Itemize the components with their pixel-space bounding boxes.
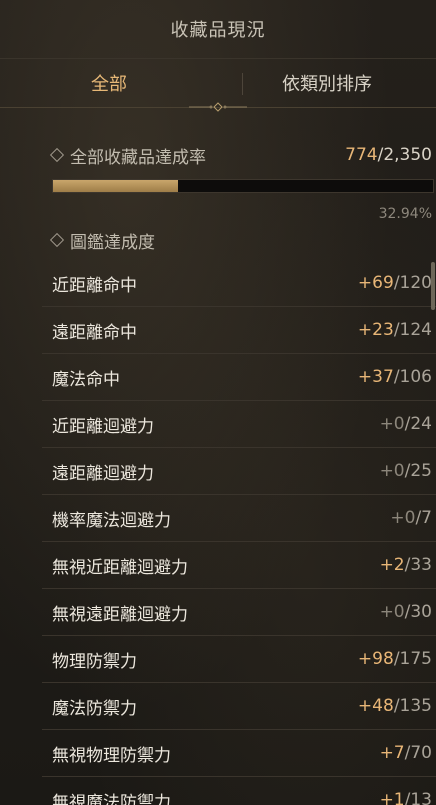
overall-completion-section: 全部收藏品達成率 774/2,350 32.94% xyxy=(0,144,436,222)
stat-row[interactable]: 無視魔法防禦力 +1/13 xyxy=(42,777,436,805)
stat-max: 124 xyxy=(399,320,432,340)
stat-value: +1/13 xyxy=(380,790,432,805)
stat-row[interactable]: 無視物理防禦力 +7/70 xyxy=(42,730,436,777)
stat-value: +0/24 xyxy=(380,414,432,434)
overall-count: 774/2,350 xyxy=(345,145,432,165)
stat-bonus: +98 xyxy=(357,649,394,669)
stat-bonus: +0 xyxy=(379,602,405,622)
stat-label: 近距離迴避力 xyxy=(52,416,154,437)
stat-bonus: +37 xyxy=(357,367,394,387)
codex-label: 圖鑑達成度 xyxy=(70,232,155,253)
stat-max: 106 xyxy=(399,367,432,387)
stat-bonus: +2 xyxy=(379,555,405,575)
tab-bar: 全部 依類別排序 xyxy=(0,59,436,112)
stat-label: 遠距離命中 xyxy=(52,322,137,343)
stat-value: +98/175 xyxy=(358,649,432,669)
stat-label: 物理防禦力 xyxy=(52,651,137,672)
stat-row[interactable]: 物理防禦力 +98/175 xyxy=(42,636,436,683)
scrollbar-thumb[interactable] xyxy=(431,262,435,310)
overall-total: 2,350 xyxy=(383,145,432,165)
stat-max: 25 xyxy=(410,461,432,481)
stat-value: +0/25 xyxy=(380,461,432,481)
stat-value: +23/124 xyxy=(358,320,432,340)
stat-row[interactable]: 無視近距離迴避力 +2/33 xyxy=(42,542,436,589)
stat-bonus: +48 xyxy=(357,696,394,716)
stat-max: 70 xyxy=(410,743,432,763)
stat-value: +7/70 xyxy=(380,743,432,763)
stat-row[interactable]: 遠距離命中 +23/124 xyxy=(42,307,436,354)
stat-max: 24 xyxy=(410,414,432,434)
overall-percent: 32.94% xyxy=(378,206,432,222)
stat-label: 魔法命中 xyxy=(52,369,120,390)
stat-bonus: +0 xyxy=(379,414,405,434)
stat-list: 近距離命中 +69/120 遠距離命中 +23/124 魔法命中 +37/106 近距離迴避… xyxy=(0,260,436,805)
stat-max: 175 xyxy=(399,649,432,669)
tab-all[interactable]: 全部 xyxy=(0,59,218,107)
stat-label: 魔法防禦力 xyxy=(52,698,137,719)
stat-row[interactable]: 無視遠距離迴避力 +0/30 xyxy=(42,589,436,636)
stat-label: 機率魔法迴避力 xyxy=(52,510,171,531)
codex-section-header: 圖鑑達成度 xyxy=(49,228,436,253)
stat-row[interactable]: 魔法命中 +37/106 xyxy=(42,354,436,401)
stat-value: +37/106 xyxy=(358,367,432,387)
stat-max: 120 xyxy=(399,273,432,293)
stat-value: +0/30 xyxy=(380,602,432,622)
stat-label: 無視近距離迴避力 xyxy=(52,557,188,578)
stat-max: 7 xyxy=(421,508,432,528)
stat-bonus: +0 xyxy=(379,461,405,481)
stat-bonus: +69 xyxy=(357,273,394,293)
diamond-icon xyxy=(49,147,65,163)
stat-value: +48/135 xyxy=(358,696,432,716)
stat-row[interactable]: 近距離迴避力 +0/24 xyxy=(42,401,436,448)
stat-bonus: +1 xyxy=(379,790,405,805)
tab-divider xyxy=(242,73,243,95)
diamond-icon xyxy=(49,232,65,248)
stat-row[interactable]: 近距離命中 +69/120 xyxy=(42,260,436,307)
collection-status-panel: 收藏品現況 全部 依類別排序 全部收藏品達成率 774/2,350 32.94%… xyxy=(0,0,436,805)
stat-label: 無視物理防禦力 xyxy=(52,745,171,766)
panel-title: 收藏品現況 xyxy=(0,0,436,59)
overall-current: 774 xyxy=(345,145,378,165)
tab-by-category[interactable]: 依類別排序 xyxy=(218,59,436,107)
stat-value: +2/33 xyxy=(380,555,432,575)
stat-bonus: +0 xyxy=(390,508,416,528)
overall-progress-fill xyxy=(53,180,179,192)
overall-progress-bar xyxy=(52,179,434,193)
stat-row[interactable]: 機率魔法迴避力 +0/7 xyxy=(42,495,436,542)
stat-max: 13 xyxy=(410,790,432,805)
stat-max: 33 xyxy=(410,555,432,575)
stat-label: 無視遠距離迴避力 xyxy=(52,604,188,625)
overall-label: 全部收藏品達成率 xyxy=(70,147,206,168)
stat-row[interactable]: 魔法防禦力 +48/135 xyxy=(42,683,436,730)
ornament-icon xyxy=(189,102,247,112)
stat-bonus: +7 xyxy=(379,743,405,763)
stat-max: 135 xyxy=(399,696,432,716)
stat-bonus: +23 xyxy=(357,320,394,340)
stat-label: 近距離命中 xyxy=(52,275,137,296)
stat-value: +0/7 xyxy=(390,508,432,528)
stat-label: 遠距離迴避力 xyxy=(52,463,154,484)
stat-max: 30 xyxy=(410,602,432,622)
stat-row[interactable]: 遠距離迴避力 +0/25 xyxy=(42,448,436,495)
stat-label: 無視魔法防禦力 xyxy=(52,792,171,805)
stat-value: +69/120 xyxy=(358,273,432,293)
